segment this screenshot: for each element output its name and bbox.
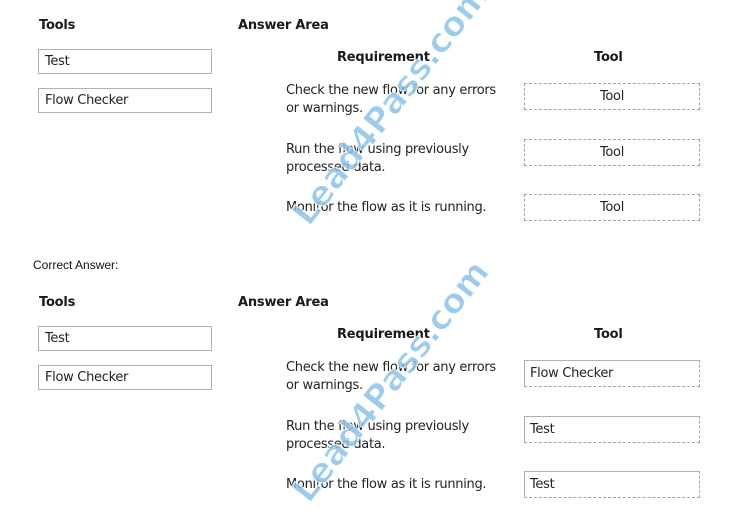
tool-drop-slot[interactable]: Tool [524, 194, 700, 221]
answer-panel: Tools Answer Area Test Flow Checker Requ… [0, 252, 740, 510]
tool-item-flow-checker[interactable]: Flow Checker [38, 365, 212, 390]
tool-item-test[interactable]: Test [38, 49, 212, 74]
correct-answer-label: Correct Answer: [33, 258, 119, 272]
tool-column-heading: Tool [594, 327, 623, 342]
requirement-column-heading: Requirement [337, 327, 430, 342]
tools-heading: Tools [39, 18, 76, 33]
tool-column-heading: Tool [594, 50, 623, 65]
answer-area-heading: Answer Area [238, 295, 329, 310]
question-panel: Tools Answer Area Test Flow Checker Requ… [0, 0, 740, 233]
requirement-text: Monitor the flow as it is running. [286, 477, 487, 492]
tool-drop-slot[interactable]: Tool [524, 83, 700, 110]
requirement-text: Run the flow using previously processed … [286, 419, 469, 452]
tool-drop-slot-filled[interactable]: Flow Checker [524, 360, 700, 387]
tools-heading: Tools [39, 295, 76, 310]
requirement-text: Run the flow using previously processed … [286, 142, 469, 175]
tool-drop-slot[interactable]: Tool [524, 139, 700, 166]
requirement-column-heading: Requirement [337, 50, 430, 65]
tool-item-test[interactable]: Test [38, 326, 212, 351]
tool-drop-slot-filled[interactable]: Test [524, 416, 700, 443]
requirement-text: Monitor the flow as it is running. [286, 200, 487, 215]
requirement-text: Check the new flow for any errors or war… [286, 83, 496, 116]
tool-item-flow-checker[interactable]: Flow Checker [38, 88, 212, 113]
tool-drop-slot-filled[interactable]: Test [524, 471, 700, 498]
requirement-text: Check the new flow for any errors or war… [286, 360, 496, 393]
answer-area-heading: Answer Area [238, 18, 329, 33]
